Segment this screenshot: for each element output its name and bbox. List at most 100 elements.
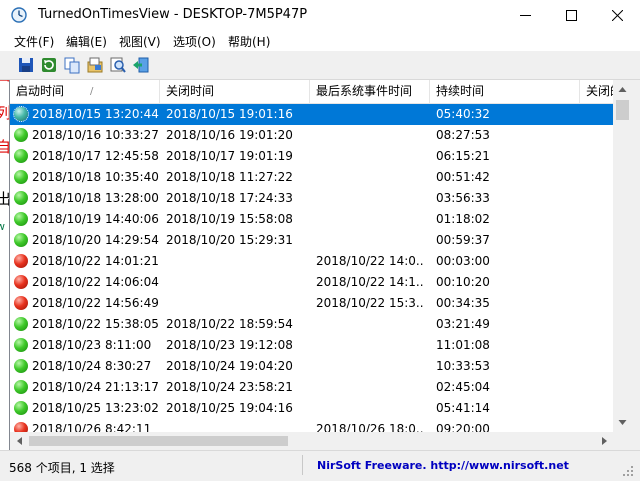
column-start-time[interactable]: 启动时间 /: [10, 80, 160, 103]
cell-last-event-time: [316, 188, 424, 209]
menu-bar: 文件(F) 编辑(E) 视图(V) 选项(O) 帮助(H): [0, 31, 640, 51]
table-row[interactable]: 2018/10/18 13:28:00 2018/10/18 17:24:33 03…: [10, 188, 613, 209]
table-row[interactable]: 2018/10/25 13:23:02 2018/10/25 19:04:16 05…: [10, 398, 613, 419]
properties-icon[interactable]: [86, 56, 104, 74]
save-icon[interactable]: [17, 56, 35, 74]
menu-file[interactable]: 文件(F): [14, 33, 54, 50]
maximize-icon: [565, 10, 577, 21]
cell-duration: 00:59:37: [436, 233, 490, 247]
cell-end-time: 2018/10/25 19:04:16: [166, 401, 293, 415]
table-row[interactable]: 2018/10/26 8:42:11 2018/10/26 18:0... 09:2…: [10, 419, 613, 432]
refresh-icon[interactable]: [40, 56, 58, 74]
column-last-event-time[interactable]: 最后系统事件时间: [310, 80, 430, 103]
vertical-scrollbar[interactable]: [613, 80, 632, 432]
vertical-scroll-thumb[interactable]: [616, 100, 629, 120]
resize-grip-icon[interactable]: [620, 463, 634, 477]
cell-last-event-time: [316, 377, 424, 398]
table-row[interactable]: 2018/10/22 14:06:04 2018/10/22 14:1... 00:…: [10, 272, 613, 293]
cell-duration: 00:03:00: [436, 254, 490, 268]
edge-glyph: 自: [0, 80, 9, 85]
cell-end-time: 2018/10/18 17:24:33: [166, 191, 293, 205]
status-green-icon: [14, 170, 28, 184]
column-label: 关闭时间: [166, 84, 215, 98]
table-row[interactable]: 2018/10/15 13:20:44 2018/10/15 19:01:16 05…: [10, 104, 613, 125]
column-label: 持续时间: [436, 84, 485, 98]
table-row[interactable]: 2018/10/22 14:56:49 2018/10/22 15:3... 00:…: [10, 293, 613, 314]
cell-end-time: 2018/10/18 11:27:22: [166, 170, 293, 184]
column-header: 启动时间 / 关闭时间 最后系统事件时间 持续时间 关闭的: [10, 80, 613, 104]
cell-duration: 03:21:49: [436, 317, 490, 331]
edge-glyph: w: [0, 220, 5, 233]
cell-duration: 11:01:08: [436, 338, 490, 352]
cell-start-time: 2018/10/22 15:38:05: [32, 317, 159, 331]
cell-end-time: 2018/10/24 19:04:20: [166, 359, 293, 373]
table-row[interactable]: 2018/10/17 12:45:58 2018/10/17 19:01:19 06…: [10, 146, 613, 167]
scroll-up-icon[interactable]: [618, 85, 627, 94]
cell-last-event-time: [316, 104, 424, 125]
horizontal-scrollbar[interactable]: [10, 432, 613, 450]
exit-icon[interactable]: [132, 56, 150, 74]
status-red-icon: [14, 275, 28, 289]
app-clock-icon: [11, 7, 27, 23]
list-view[interactable]: 启动时间 / 关闭时间 最后系统事件时间 持续时间 关闭的 2018/10/15…: [9, 80, 632, 450]
copy-icon[interactable]: [63, 56, 81, 74]
horizontal-scroll-thumb[interactable]: [29, 436, 288, 446]
column-duration[interactable]: 持续时间: [430, 80, 580, 103]
cell-duration: 05:40:32: [436, 107, 490, 121]
table-row[interactable]: 2018/10/23 8:11:00 2018/10/23 19:12:08 11:…: [10, 335, 613, 356]
menu-help[interactable]: 帮助(H): [228, 33, 270, 50]
status-green-icon: [14, 401, 28, 415]
cell-last-event-time: [316, 146, 424, 167]
cell-last-event-time: 2018/10/22 15:3...: [316, 296, 424, 310]
cell-start-time: 2018/10/15 13:20:44: [32, 107, 159, 121]
cell-duration: 06:15:21: [436, 149, 490, 163]
scroll-down-icon[interactable]: [618, 418, 627, 427]
cell-duration: 00:34:35: [436, 296, 490, 310]
cell-duration: 02:45:04: [436, 380, 490, 394]
column-end-time[interactable]: 关闭时间: [160, 80, 310, 103]
table-row[interactable]: 2018/10/24 8:30:27 2018/10/24 19:04:20 10:…: [10, 356, 613, 377]
status-green-icon: [14, 191, 28, 205]
cell-duration: 05:41:14: [436, 401, 490, 415]
table-row[interactable]: 2018/10/16 10:33:27 2018/10/16 19:01:20 08…: [10, 125, 613, 146]
minimize-button[interactable]: [502, 0, 548, 31]
cell-start-time: 2018/10/24 8:30:27: [32, 359, 152, 373]
table-row[interactable]: 2018/10/24 21:13:17 2018/10/24 23:58:21 02…: [10, 377, 613, 398]
scroll-right-icon[interactable]: [600, 436, 609, 446]
close-button[interactable]: [594, 0, 640, 31]
table-row[interactable]: 2018/10/19 14:40:06 2018/10/19 15:58:08 01…: [10, 209, 613, 230]
cell-duration: 00:10:20: [436, 275, 490, 289]
cell-end-time: 2018/10/15 19:01:16: [166, 107, 293, 121]
cell-last-event-time: [316, 230, 424, 251]
find-icon[interactable]: [109, 56, 127, 74]
status-green-icon: [14, 149, 28, 163]
scrollbar-corner: [613, 432, 632, 450]
menu-edit[interactable]: 编辑(E): [66, 33, 107, 50]
cell-last-event-time: [316, 125, 424, 146]
table-row[interactable]: 2018/10/18 10:35:40 2018/10/18 11:27:22 00…: [10, 167, 613, 188]
cell-end-time: 2018/10/23 19:12:08: [166, 338, 293, 352]
cell-last-event-time: 2018/10/22 14:0...: [316, 254, 424, 268]
status-green-icon: [14, 233, 28, 247]
status-bar: 568 个项目, 1 选择 NirSoft Freeware. http://w…: [0, 450, 640, 481]
nirsoft-link[interactable]: NirSoft Freeware. http://www.nirsoft.net: [317, 459, 569, 472]
table-row[interactable]: 2018/10/22 15:38:05 2018/10/22 18:59:54 03…: [10, 314, 613, 335]
status-green-icon: [14, 380, 28, 394]
menu-view[interactable]: 视图(V): [119, 33, 161, 50]
menu-options[interactable]: 选项(O): [173, 33, 216, 50]
toolbar: [0, 51, 640, 80]
status-red-icon: [14, 422, 28, 432]
edge-glyph: 列: [0, 104, 9, 122]
cell-start-time: 2018/10/23 8:11:00: [32, 338, 152, 352]
table-row[interactable]: 2018/10/22 14:01:21 2018/10/22 14:0... 00:…: [10, 251, 613, 272]
column-label: 启动时间: [16, 84, 65, 98]
column-shutdown[interactable]: 关闭的: [580, 80, 613, 103]
cell-duration: 00:51:42: [436, 170, 490, 184]
cell-start-time: 2018/10/17 12:45:58: [32, 149, 159, 163]
maximize-button[interactable]: [548, 0, 594, 31]
cell-start-time: 2018/10/26 8:42:11: [32, 422, 152, 432]
cell-end-time: 2018/10/22 18:59:54: [166, 317, 293, 331]
cell-duration: 10:33:53: [436, 359, 490, 373]
table-row[interactable]: 2018/10/20 14:29:54 2018/10/20 15:29:31 00…: [10, 230, 613, 251]
scroll-left-icon[interactable]: [15, 436, 24, 446]
